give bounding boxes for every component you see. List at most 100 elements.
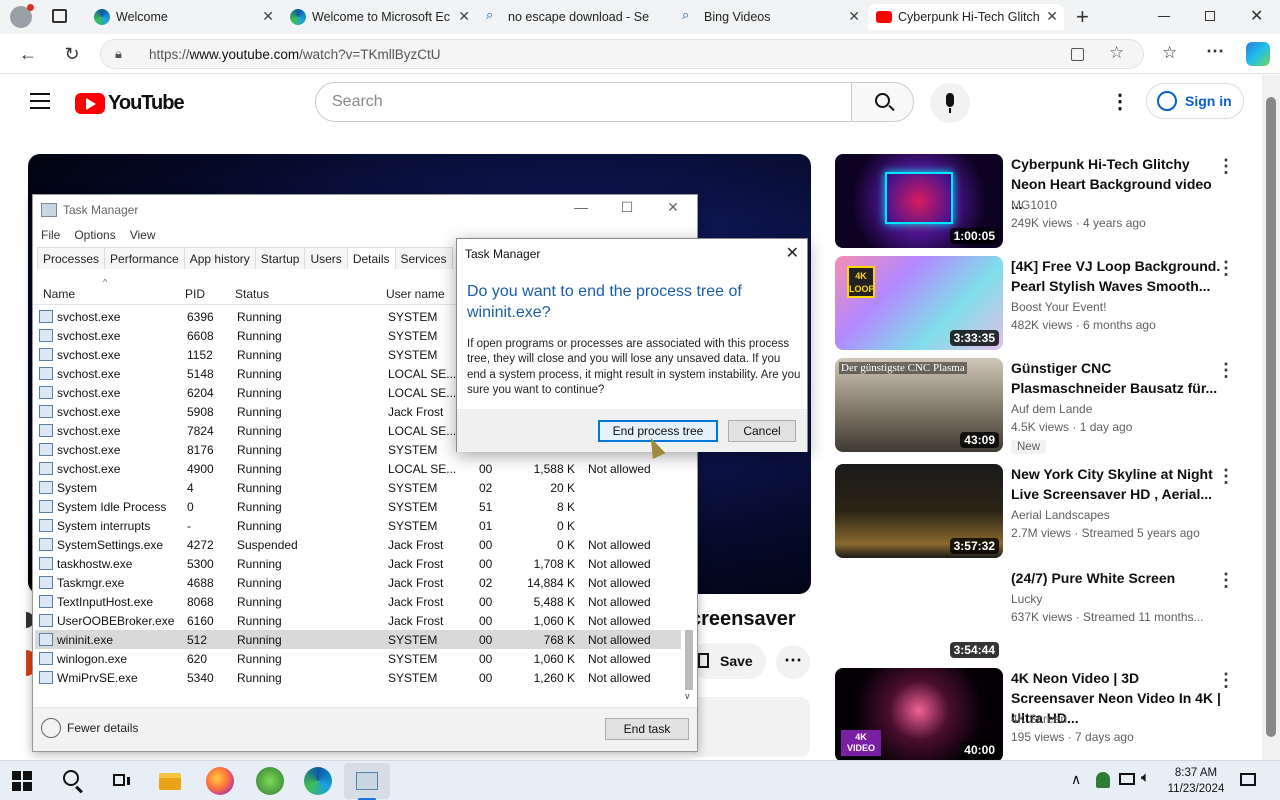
minimize-icon[interactable] [1158, 16, 1170, 17]
app-available-icon[interactable] [1071, 48, 1084, 61]
channel-name[interactable]: Auf dem Lande [1011, 402, 1092, 416]
show-hidden-icons-chevron[interactable]: ∧ [1071, 771, 1081, 788]
process-row[interactable]: svchost.exe 4900 Running LOCAL SE... 00 1,588… [35, 459, 681, 478]
back-icon[interactable]: ← [16, 42, 40, 66]
tab-performance[interactable]: Performance [104, 247, 185, 269]
close-tab-icon[interactable]: ✕ [848, 8, 860, 25]
favorite-star-icon[interactable]: ☆ [1109, 43, 1124, 63]
scrollbar-thumb[interactable] [1266, 97, 1276, 737]
kebab-menu-icon[interactable]: ⋮ [1217, 258, 1235, 279]
kebab-menu-icon[interactable]: ⋮ [1217, 360, 1235, 381]
menu-options[interactable]: Options [74, 228, 115, 242]
process-row[interactable]: SystemSettings.exe 4272 Suspended Jack Fros… [35, 535, 681, 554]
menu-view[interactable]: View [130, 228, 156, 242]
notifications-icon[interactable] [1240, 773, 1256, 786]
voice-search-button[interactable] [930, 83, 970, 123]
process-row[interactable]: TextInputHost.exe 8068 Running Jack Frost 00… [35, 592, 681, 611]
tab-welcome[interactable]: Welcome ✕ [86, 4, 280, 30]
close-window-icon[interactable]: ✕ [1250, 6, 1263, 26]
tab-startup[interactable]: Startup [254, 247, 306, 269]
video-thumbnail[interactable]: 4K LOOP 3:33:35 [835, 256, 1003, 350]
end-task-button[interactable]: End task [605, 718, 689, 740]
menu-file[interactable]: File [41, 228, 60, 242]
volume-icon[interactable]: 🔈︎ [1141, 769, 1150, 786]
process-row[interactable]: WmiPrvSE.exe 5340 Running SYSTEM 00 1,260 K No… [35, 668, 681, 687]
tab-services[interactable]: Services [394, 247, 453, 269]
favorites-icon[interactable]: ☆ [1162, 43, 1177, 63]
scroll-down-icon[interactable]: ∨ [684, 691, 691, 702]
close-tab-icon[interactable]: ✕ [262, 8, 274, 25]
fewer-details-button[interactable]: Fewer details [41, 718, 138, 738]
tab-bing-videos[interactable]: ⌕ Bing Videos ✕ [674, 4, 866, 30]
process-row[interactable]: taskhostw.exe 5300 Running Jack Frost 00 1,70… [35, 554, 681, 573]
recommendation-title[interactable]: (24/7) Pure White Screen [1011, 568, 1223, 588]
start-windows-icon[interactable] [12, 771, 32, 791]
recommendation-item[interactable]: 1:00:05 Cyberpunk Hi-Tech Glitchy Neon H… [835, 154, 1245, 248]
process-row[interactable]: System interrupts - Running SYSTEM 01 0 K [35, 516, 681, 535]
video-thumbnail[interactable]: 3:54:44 [835, 568, 1003, 662]
task-view-icon[interactable] [108, 767, 136, 795]
tab-actions-icon[interactable] [52, 9, 67, 23]
restore-icon[interactable] [1205, 11, 1215, 21]
url-input[interactable]: 🔒︎ https://www.youtube.com/watch?v=TKmll… [100, 39, 1144, 69]
more-actions-icon[interactable]: ⋯ [776, 645, 810, 679]
column-status[interactable]: Status [235, 287, 269, 301]
tab-details[interactable]: Details [346, 247, 396, 269]
tab-app-history[interactable]: App history [183, 247, 256, 269]
save-button[interactable]: Save [690, 643, 766, 679]
kebab-menu-icon[interactable]: ⋮ [1217, 466, 1235, 487]
channel-name[interactable]: Lucky [1011, 592, 1042, 606]
settings-kebab-icon[interactable]: ⋮ [1110, 89, 1130, 113]
recommendation-item[interactable]: 4K VIDEO 40:00 4K Neon Video | 3D Screens… [835, 668, 1245, 760]
video-thumbnail[interactable]: 1:00:05 [835, 154, 1003, 248]
maximize-icon[interactable]: ☐ [615, 199, 639, 216]
user-tray-icon[interactable] [1096, 772, 1110, 788]
video-thumbnail[interactable]: Der günstigste CNC Plasma 43:09 [835, 358, 1003, 452]
process-row[interactable]: winlogon.exe 620 Running SYSTEM 00 1,060 K Not… [35, 649, 681, 668]
process-row[interactable]: System Idle Process 0 Running SYSTEM 51 8 K [35, 497, 681, 516]
description-box[interactable] [690, 697, 810, 757]
minimize-icon[interactable]: — [569, 199, 593, 215]
profile-avatar[interactable] [10, 4, 34, 28]
game-app-icon[interactable] [256, 767, 284, 795]
task-manager-taskbar-icon[interactable] [353, 767, 381, 795]
sign-in-button[interactable]: Sign in [1146, 83, 1244, 119]
close-tab-icon[interactable]: ✕ [1046, 8, 1058, 25]
close-icon[interactable]: ✕ [661, 199, 685, 216]
more-options-icon[interactable]: ⋯ [1206, 41, 1224, 62]
channel-name[interactable]: MG1010 [1011, 198, 1057, 212]
recommendation-title[interactable]: Günstiger CNC Plasmaschneider Bausatz fü… [1011, 358, 1223, 398]
process-row[interactable]: wininit.exe 512 Running SYSTEM 00 768 K Not al… [35, 630, 681, 649]
new-tab-icon[interactable]: + [1076, 4, 1089, 30]
kebab-menu-icon[interactable]: ⋮ [1217, 570, 1235, 591]
kebab-menu-icon[interactable]: ⋮ [1217, 670, 1235, 691]
file-explorer-icon[interactable] [156, 767, 184, 795]
search-input[interactable]: Search [315, 82, 852, 122]
video-thumbnail[interactable]: 3:57:32 [835, 464, 1003, 558]
recommendation-title[interactable]: [4K] Free VJ Loop Background. Pearl Styl… [1011, 256, 1223, 296]
taskbar-clock[interactable]: 8:37 AM 11/23/2024 [1156, 765, 1236, 797]
network-icon[interactable] [1119, 773, 1135, 785]
recommendation-item[interactable]: 3:54:44 (24/7) Pure White Screen Lucky 6… [835, 568, 1245, 662]
youtube-logo[interactable]: YouTube [75, 92, 185, 115]
firefox-icon[interactable] [206, 767, 234, 795]
tab-users[interactable]: Users [304, 247, 348, 269]
column-user-name[interactable]: User name [386, 287, 445, 301]
process-row[interactable]: Taskmgr.exe 4688 Running Jack Frost 02 14,884… [35, 573, 681, 592]
channel-name[interactable]: Aerial Landscapes [1011, 508, 1110, 522]
process-row[interactable]: System 4 Running SYSTEM 02 20 K [35, 478, 681, 497]
tab-cyberpunk[interactable]: Cyberpunk Hi-Tech Glitch ✕ [868, 4, 1064, 30]
tab-search[interactable]: ⌕ no escape download - Se [478, 4, 672, 30]
page-scrollbar[interactable] [1262, 75, 1280, 760]
close-icon[interactable]: ✕ [786, 243, 799, 263]
recommendation-title[interactable]: New York City Skyline at Night Live Scre… [1011, 464, 1223, 504]
recommendation-item[interactable]: 4K LOOP 3:33:35 [4K] Free VJ Loop Backgro… [835, 256, 1245, 350]
column-pid[interactable]: PID [185, 287, 205, 301]
video-thumbnail[interactable]: 4K VIDEO 40:00 [835, 668, 1003, 760]
column-name[interactable]: Name [43, 287, 75, 301]
edge-icon[interactable] [304, 767, 332, 795]
search-button[interactable] [851, 82, 914, 122]
recommendation-item[interactable]: Der günstigste CNC Plasma 43:09 Günstiger… [835, 358, 1245, 454]
tab-welcome-edge[interactable]: Welcome to Microsoft Ec ✕ [282, 4, 476, 30]
channel-name[interactable]: Boost Your Event! [1011, 300, 1106, 314]
